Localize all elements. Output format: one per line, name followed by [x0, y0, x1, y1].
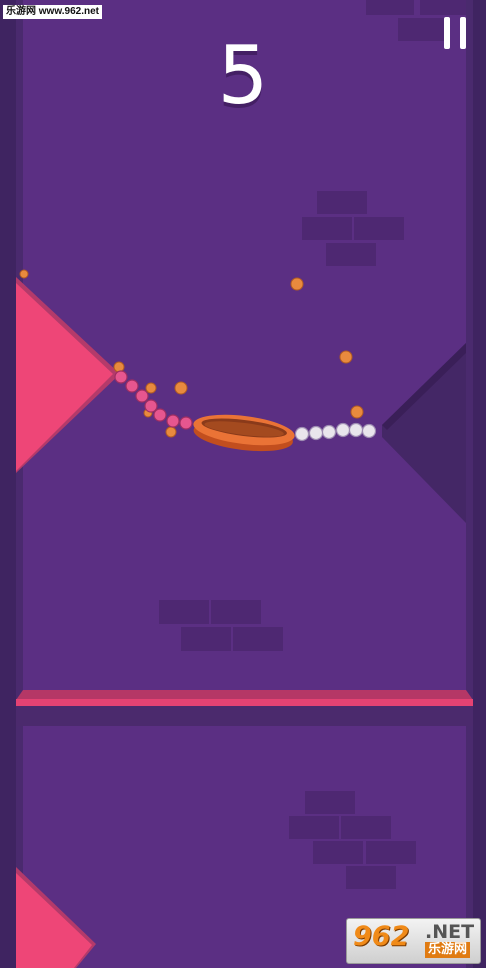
- logo-chinese: 乐游网: [425, 942, 471, 958]
- pause-button[interactable]: [440, 14, 470, 52]
- site-logo: 962 .NET 乐游网: [346, 918, 481, 964]
- game-stage[interactable]: 乐游网 www.962.net 5 962 .NET 乐游网: [0, 0, 486, 968]
- score-counter: 5: [217, 29, 269, 122]
- watermark: 乐游网 www.962.net: [3, 5, 102, 19]
- platform: [16, 699, 473, 706]
- game-scene: [0, 0, 486, 968]
- right-wall-edge: [466, 0, 473, 968]
- pause-icon: [444, 17, 450, 49]
- logo-suffix: .NET: [425, 921, 475, 943]
- logo-number: 962: [353, 921, 410, 952]
- right-wall: [473, 0, 486, 968]
- pause-icon-bar: [460, 17, 466, 49]
- background: [0, 0, 486, 968]
- platform-underside: [16, 706, 473, 726]
- platform-top: [16, 690, 473, 700]
- left-wall-edge: [16, 0, 23, 968]
- left-wall: [0, 0, 16, 968]
